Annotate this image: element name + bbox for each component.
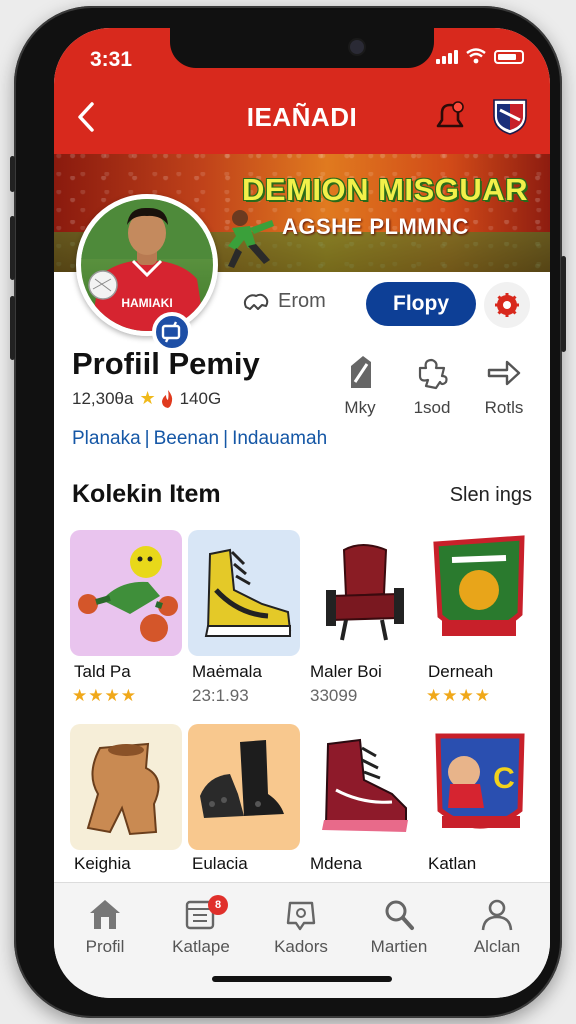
status-time: 3:31 [90, 48, 133, 71]
volume-up-button [10, 216, 15, 280]
carved-figure-icon [86, 742, 160, 836]
item-meta: 33099 [310, 686, 358, 705]
mute-switch [10, 156, 15, 192]
wifi-icon [466, 48, 486, 64]
power-button [561, 256, 566, 352]
user-icon [481, 899, 513, 931]
jersey-text: HAMIAKI [121, 296, 172, 310]
front-camera [350, 40, 364, 54]
club-crest-icon[interactable] [490, 96, 530, 136]
follow-label: Erom [278, 290, 326, 312]
quick-action-puzzle[interactable]: 1sod [402, 352, 462, 418]
home-icon [90, 900, 120, 929]
collection-item-tile[interactable] [306, 724, 418, 850]
edit-icon [351, 356, 371, 388]
item-name: Katlan [428, 854, 477, 873]
nav-item-kadors[interactable]: Kadors [256, 897, 346, 957]
item-rating-stars: ★★★★ [426, 686, 491, 705]
item-meta: 23:1.93 [192, 686, 249, 705]
nav-label: Martien [370, 937, 428, 956]
primary-action-button[interactable]: Flopy [366, 282, 476, 326]
search-icon [385, 900, 414, 930]
profile-name: Profiil Pemiy [72, 346, 260, 381]
goalkeeper-figure-icon [228, 210, 274, 268]
collection-item-tile[interactable] [70, 530, 182, 656]
stat-b: 140G [179, 388, 222, 408]
follow-link[interactable]: Erom [242, 290, 326, 313]
tag-link[interactable]: Indauamah [232, 428, 327, 449]
toy-figure-icon [78, 546, 178, 642]
collection-item-tile[interactable] [306, 530, 418, 656]
quick-action-label: Rotls [484, 398, 524, 417]
black-shoes-icon [200, 740, 284, 818]
message-bubble-icon [243, 293, 269, 310]
nav-item-alclan[interactable]: Alclan [452, 897, 542, 957]
share-icon [487, 360, 521, 386]
stat-a: 12,30θa [72, 388, 134, 408]
tag-link[interactable]: Beenan [154, 428, 220, 449]
item-name: Mdena [310, 854, 362, 873]
tag-link[interactable]: Planaka [72, 428, 141, 449]
banner-subtitle: AGSHE PLMMNC [282, 214, 469, 239]
team-badge-icon: C [435, 733, 525, 829]
collection-item-tile[interactable] [424, 530, 536, 656]
nav-item-profil[interactable]: Profil [60, 897, 150, 957]
puzzle-icon [418, 358, 448, 390]
collection-item-tile[interactable] [188, 724, 300, 850]
app-screen: 3:31 IEAÑADI DEMION MISGUAR AGSHE PLMMNC… [54, 28, 550, 998]
notch [170, 28, 434, 68]
banner-title: DEMION MISGUAR [242, 172, 528, 207]
item-name: Derneah [428, 662, 494, 681]
home-indicator[interactable] [212, 976, 392, 982]
sneaker-icon [204, 548, 292, 637]
profile-stats: 12,30θa ★ 140G [72, 388, 221, 409]
svg-text:C: C [493, 762, 515, 795]
app-header: 3:31 IEAÑADI [54, 28, 550, 154]
player-portrait-icon: HAMIAKI [81, 199, 213, 331]
nav-item-martien[interactable]: Martien [354, 897, 444, 957]
notification-icon[interactable] [432, 98, 468, 134]
nav-label: Alclan [473, 937, 521, 956]
collection-item-tile[interactable]: C [424, 724, 536, 850]
cellular-signal-icon [436, 50, 458, 64]
star-icon: ★ [139, 388, 156, 408]
item-name: Eulacia [192, 854, 248, 873]
quick-action-label: 1sod [413, 398, 451, 417]
gear-icon [495, 293, 519, 317]
notification-badge: 8 [208, 895, 228, 915]
phone-frame: 3:31 IEAÑADI DEMION MISGUAR AGSHE PLMMNC… [10, 6, 566, 1018]
nav-label: Katlape [172, 937, 230, 956]
profile-avatar[interactable]: HAMIAKI [76, 194, 218, 336]
nav-label: Profil [85, 937, 125, 956]
nav-label: Kadors [274, 937, 328, 956]
quick-action-label: Mky [344, 398, 376, 417]
battery-icon [494, 50, 524, 64]
item-name: Tald Pa [74, 662, 131, 681]
club-badge-icon [433, 535, 525, 636]
app-title: IEAÑADI [246, 102, 358, 132]
item-rating-stars: ★★★★ [72, 686, 137, 705]
item-name: Maler Boi [310, 662, 382, 681]
collection-see-all-link[interactable]: Slen ings [450, 484, 532, 507]
item-name: Maėmala [192, 662, 262, 681]
settings-round-button[interactable] [484, 282, 530, 328]
collection-title: Kolekin Item [72, 480, 221, 508]
nav-item-katlape[interactable]: 8 Katlape [156, 895, 246, 957]
boot-icon [322, 738, 408, 832]
flame-icon [161, 389, 172, 408]
gaming-chair-icon [326, 544, 404, 641]
quick-action-share[interactable]: Rotls [474, 352, 534, 418]
quick-action-edit[interactable]: Mky [330, 352, 390, 418]
collection-item-tile[interactable] [188, 530, 300, 656]
item-name: Keighia [74, 854, 131, 873]
profile-tags: Planaka | Beenan | Indauamah [72, 428, 328, 449]
volume-down-button [10, 296, 15, 360]
collection-item-tile[interactable] [70, 724, 182, 850]
tag-icon [286, 901, 316, 931]
status-icons [436, 48, 524, 64]
